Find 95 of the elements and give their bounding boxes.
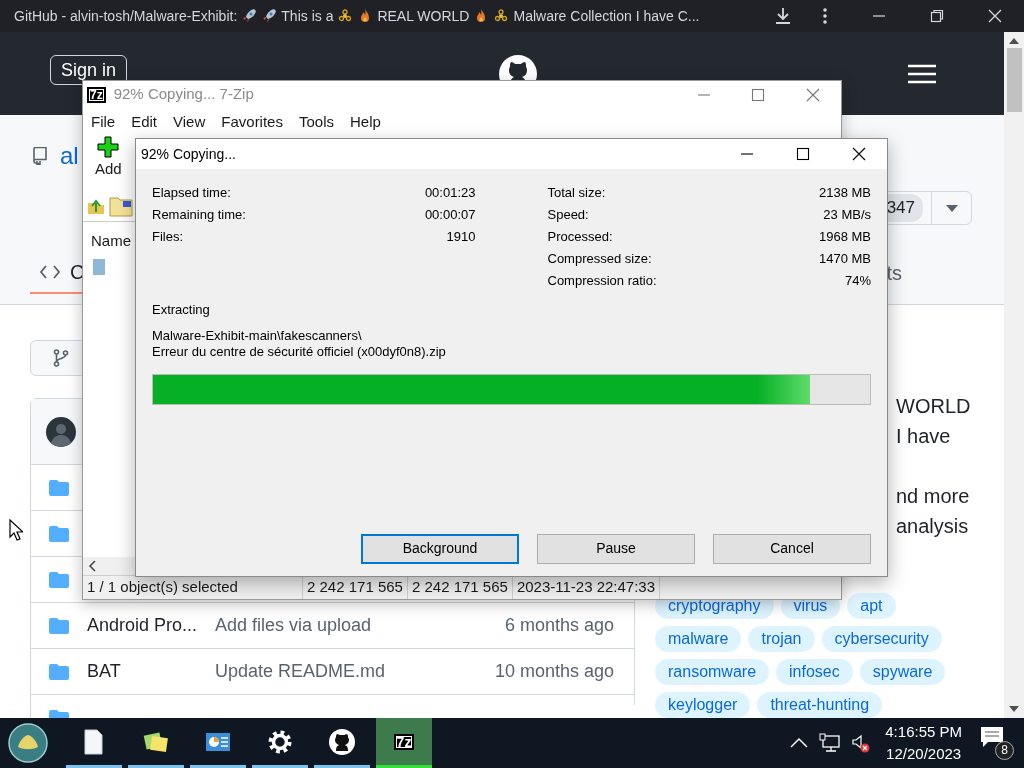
scrollbar-thumb[interactable] <box>1006 48 1022 112</box>
menu-item[interactable]: File <box>91 110 116 134</box>
folder-icon[interactable] <box>109 195 133 217</box>
file-path-text: Erreur du centre de sécurité officiel (x00dyf0n8).zip <box>152 343 447 360</box>
cursor-icon <box>9 519 23 541</box>
menu-item[interactable]: Tools <box>298 110 334 134</box>
taskbar-app[interactable]: 7z <box>376 718 432 768</box>
stat-value: 74% <box>844 272 871 291</box>
title-text: REAL WORLD <box>377 6 470 26</box>
menu-item[interactable]: Edit <box>131 110 158 134</box>
stat-value: 23 MB/s <box>823 206 871 225</box>
file-name-link[interactable]: BAT <box>87 658 215 685</box>
restore-icon[interactable] <box>930 9 944 23</box>
file-name-link[interactable]: Android Pro... <box>87 612 215 639</box>
commit-message-link[interactable]: Update README.md <box>215 658 386 685</box>
commit-time: 6 months ago <box>504 614 614 637</box>
avatar-icon <box>46 416 76 447</box>
caret-icon <box>945 204 958 212</box>
topic-tag[interactable]: malware <box>655 626 742 652</box>
close-icon[interactable] <box>852 147 866 161</box>
hazard-icon <box>337 8 354 24</box>
dialog-title: 92% Copying... <box>141 144 236 164</box>
topic-tag[interactable]: threat-hunting <box>757 692 883 718</box>
code-icon <box>40 264 60 279</box>
folder-icon <box>49 617 69 634</box>
topic-tag[interactable]: trojan <box>748 626 815 652</box>
folder-icon <box>49 663 69 680</box>
folder-icon <box>49 525 69 542</box>
clock[interactable]: 4:16:55 PM 12/20/2023 <box>885 721 962 765</box>
menu-item[interactable]: View <box>173 110 206 134</box>
app-logo: 7z <box>393 733 415 750</box>
topic-tag[interactable]: keylogger <box>655 692 751 718</box>
repo-name-link[interactable]: al <box>60 138 79 174</box>
add-button[interactable]: Add <box>95 136 122 191</box>
stat-label: Processed: <box>547 228 613 247</box>
stat-value: 1910 <box>446 228 476 247</box>
topic-tag[interactable]: infosec <box>776 659 853 685</box>
stat-label: Speed: <box>547 206 589 225</box>
stat-label: Elapsed time: <box>152 184 231 203</box>
title-text: This is a <box>281 6 334 26</box>
time-text: 4:16:55 PM <box>885 722 962 742</box>
topic-tag[interactable]: spyware <box>859 659 946 685</box>
topic-tag[interactable]: ransomware <box>655 659 770 685</box>
description-text: analysis <box>896 514 970 539</box>
file-icon <box>93 258 105 275</box>
title-text: GitHub - alvin-tosh/Malware-Exhibit: <box>14 6 238 26</box>
stat-label: Files: <box>152 228 184 247</box>
hazard-icon <box>493 8 510 24</box>
menu-item[interactable]: Favorites <box>221 110 283 134</box>
stat-value: 1470 MB <box>818 250 871 269</box>
menu-item[interactable]: Help <box>350 110 381 134</box>
description-text: nd more <box>896 484 971 509</box>
topic-tag[interactable]: apt <box>847 593 896 619</box>
maximize-icon[interactable] <box>796 147 810 161</box>
description-text: WORLD <box>896 394 972 419</box>
commit-message-link[interactable]: Add files via upload <box>215 612 372 639</box>
dialog-button[interactable]: Pause <box>537 533 695 564</box>
repo-icon <box>32 147 48 165</box>
network-icon[interactable] <box>819 733 842 753</box>
topic-tag[interactable]: cybersecurity <box>821 626 942 652</box>
app-logo: 7z <box>87 86 106 103</box>
operation-label: Extracting <box>152 301 211 319</box>
start-button[interactable] <box>8 723 48 763</box>
dialog-button[interactable]: Cancel <box>713 533 871 564</box>
stat-value: 1968 MB <box>818 228 871 247</box>
date-text: 12/20/2023 <box>885 744 962 764</box>
plus-icon <box>97 136 120 158</box>
up-folder-icon[interactable] <box>87 197 105 215</box>
menu-icon[interactable] <box>908 63 936 84</box>
scroll-down-icon[interactable] <box>1009 706 1019 712</box>
notification-button[interactable]: 8 <box>980 726 1014 760</box>
stat-label: Compression ratio: <box>547 272 657 291</box>
cat-icon <box>328 727 356 756</box>
stat-label: Total size: <box>547 184 606 203</box>
rocket-icon <box>261 8 278 24</box>
window-title: 92% Copying... 7-Zip <box>113 84 254 105</box>
branch-icon <box>53 349 69 367</box>
stat-value: 00:01:23 <box>424 184 476 203</box>
stat-value: 00:00:07 <box>424 206 476 225</box>
title-text: Malware Collection I have C... <box>513 6 700 26</box>
rocket-icon <box>241 8 258 24</box>
muted-speaker-icon[interactable] <box>851 733 872 753</box>
description-text: I have <box>896 424 952 449</box>
file-path-text: Malware-Exhibit-main\fakescanners\ <box>152 327 363 344</box>
scroll-up-icon[interactable] <box>1009 38 1019 44</box>
dialog-button[interactable]: Background <box>361 533 519 564</box>
commit-time: 10 months ago <box>494 660 614 683</box>
stat-label: Compressed size: <box>547 250 652 269</box>
notification-badge: 8 <box>995 741 1014 760</box>
folder-icon <box>49 571 69 588</box>
insights-tab[interactable]: ts <box>886 257 902 288</box>
folder-icon <box>49 479 69 496</box>
stat-label: Remaining time: <box>152 206 246 225</box>
scroll-left-icon[interactable] <box>88 560 96 572</box>
more-icon[interactable] <box>822 7 828 25</box>
